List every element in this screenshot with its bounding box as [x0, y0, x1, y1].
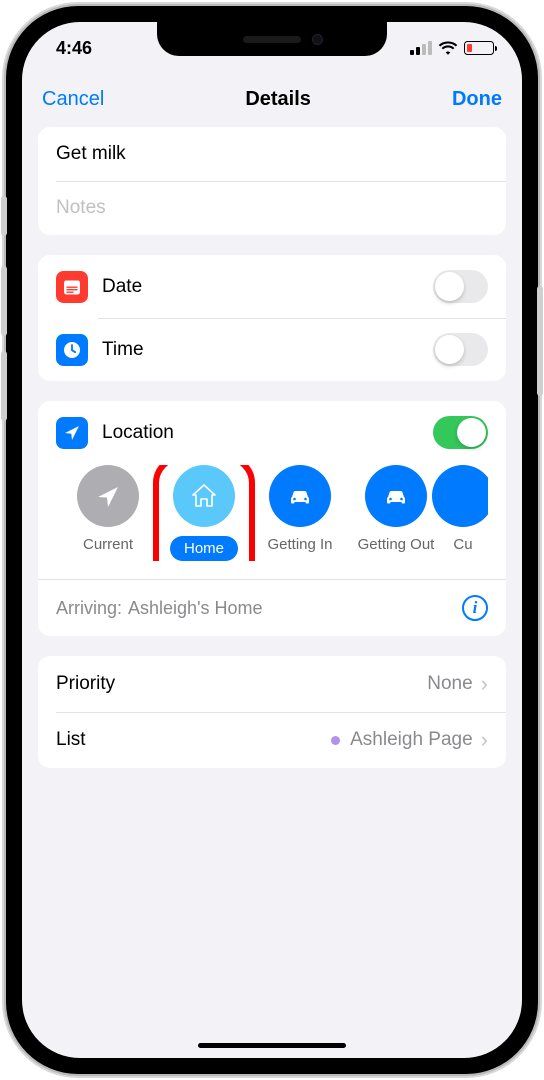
- car-icon: [269, 465, 331, 527]
- list-label: List: [56, 729, 331, 751]
- location-icon: [56, 417, 88, 449]
- location-card: Location Current: [38, 401, 506, 636]
- list-value: Ashleigh Page: [350, 729, 473, 751]
- home-icon: [173, 465, 235, 527]
- chevron-right-icon: ›: [481, 671, 488, 697]
- location-option-current[interactable]: Current: [60, 465, 156, 561]
- location-label: Location: [102, 422, 433, 444]
- cancel-button[interactable]: Cancel: [42, 88, 104, 111]
- location-option-getting-in[interactable]: Getting In: [252, 465, 348, 561]
- time-label: Time: [102, 339, 433, 361]
- priority-value: None: [427, 673, 472, 695]
- list-row[interactable]: List Ashleigh Page ›: [38, 712, 506, 768]
- priority-label: Priority: [56, 673, 427, 695]
- priority-row[interactable]: Priority None ›: [38, 656, 506, 712]
- location-option-home-label: Home: [170, 536, 238, 561]
- reminder-title-input[interactable]: Get milk: [56, 143, 488, 165]
- meta-card: Priority None › List Ashleigh Page ›: [38, 656, 506, 768]
- date-label: Date: [102, 276, 433, 298]
- battery-icon: [464, 41, 494, 55]
- done-button[interactable]: Done: [452, 88, 502, 111]
- list-color-icon: [331, 736, 340, 745]
- date-toggle[interactable]: [433, 270, 488, 303]
- datetime-card: Date Time: [38, 255, 506, 381]
- signal-icon: [410, 41, 432, 55]
- location-option-home[interactable]: Home: [156, 465, 252, 561]
- chevron-right-icon: ›: [481, 727, 488, 753]
- ellipsis-icon: [432, 465, 488, 527]
- arriving-value: Ashleigh's Home: [128, 598, 462, 619]
- title-card: Get milk Notes: [38, 127, 506, 235]
- date-row[interactable]: Date: [38, 255, 506, 318]
- location-option-custom[interactable]: Cu: [438, 465, 478, 561]
- time-row[interactable]: Time: [38, 318, 506, 381]
- arriving-label: Arriving:: [56, 598, 122, 619]
- clock-icon: [56, 334, 88, 366]
- wifi-icon: [438, 41, 458, 55]
- location-options[interactable]: Current Home: [60, 465, 488, 561]
- status-icons: [410, 41, 494, 55]
- calendar-icon: [56, 271, 88, 303]
- status-time: 4:46: [56, 38, 92, 59]
- time-toggle[interactable]: [433, 333, 488, 366]
- home-indicator[interactable]: [198, 1043, 346, 1049]
- location-toggle[interactable]: [433, 416, 488, 449]
- notes-input[interactable]: Notes: [56, 197, 106, 219]
- page-title: Details: [245, 88, 311, 111]
- nav-bar: Cancel Details Done: [22, 74, 522, 127]
- arriving-row[interactable]: Arriving: Ashleigh's Home i: [38, 579, 506, 636]
- car-icon: [365, 465, 427, 527]
- location-option-getting-out[interactable]: Getting Out: [348, 465, 444, 561]
- info-icon[interactable]: i: [462, 595, 488, 621]
- arrow-icon: [77, 465, 139, 527]
